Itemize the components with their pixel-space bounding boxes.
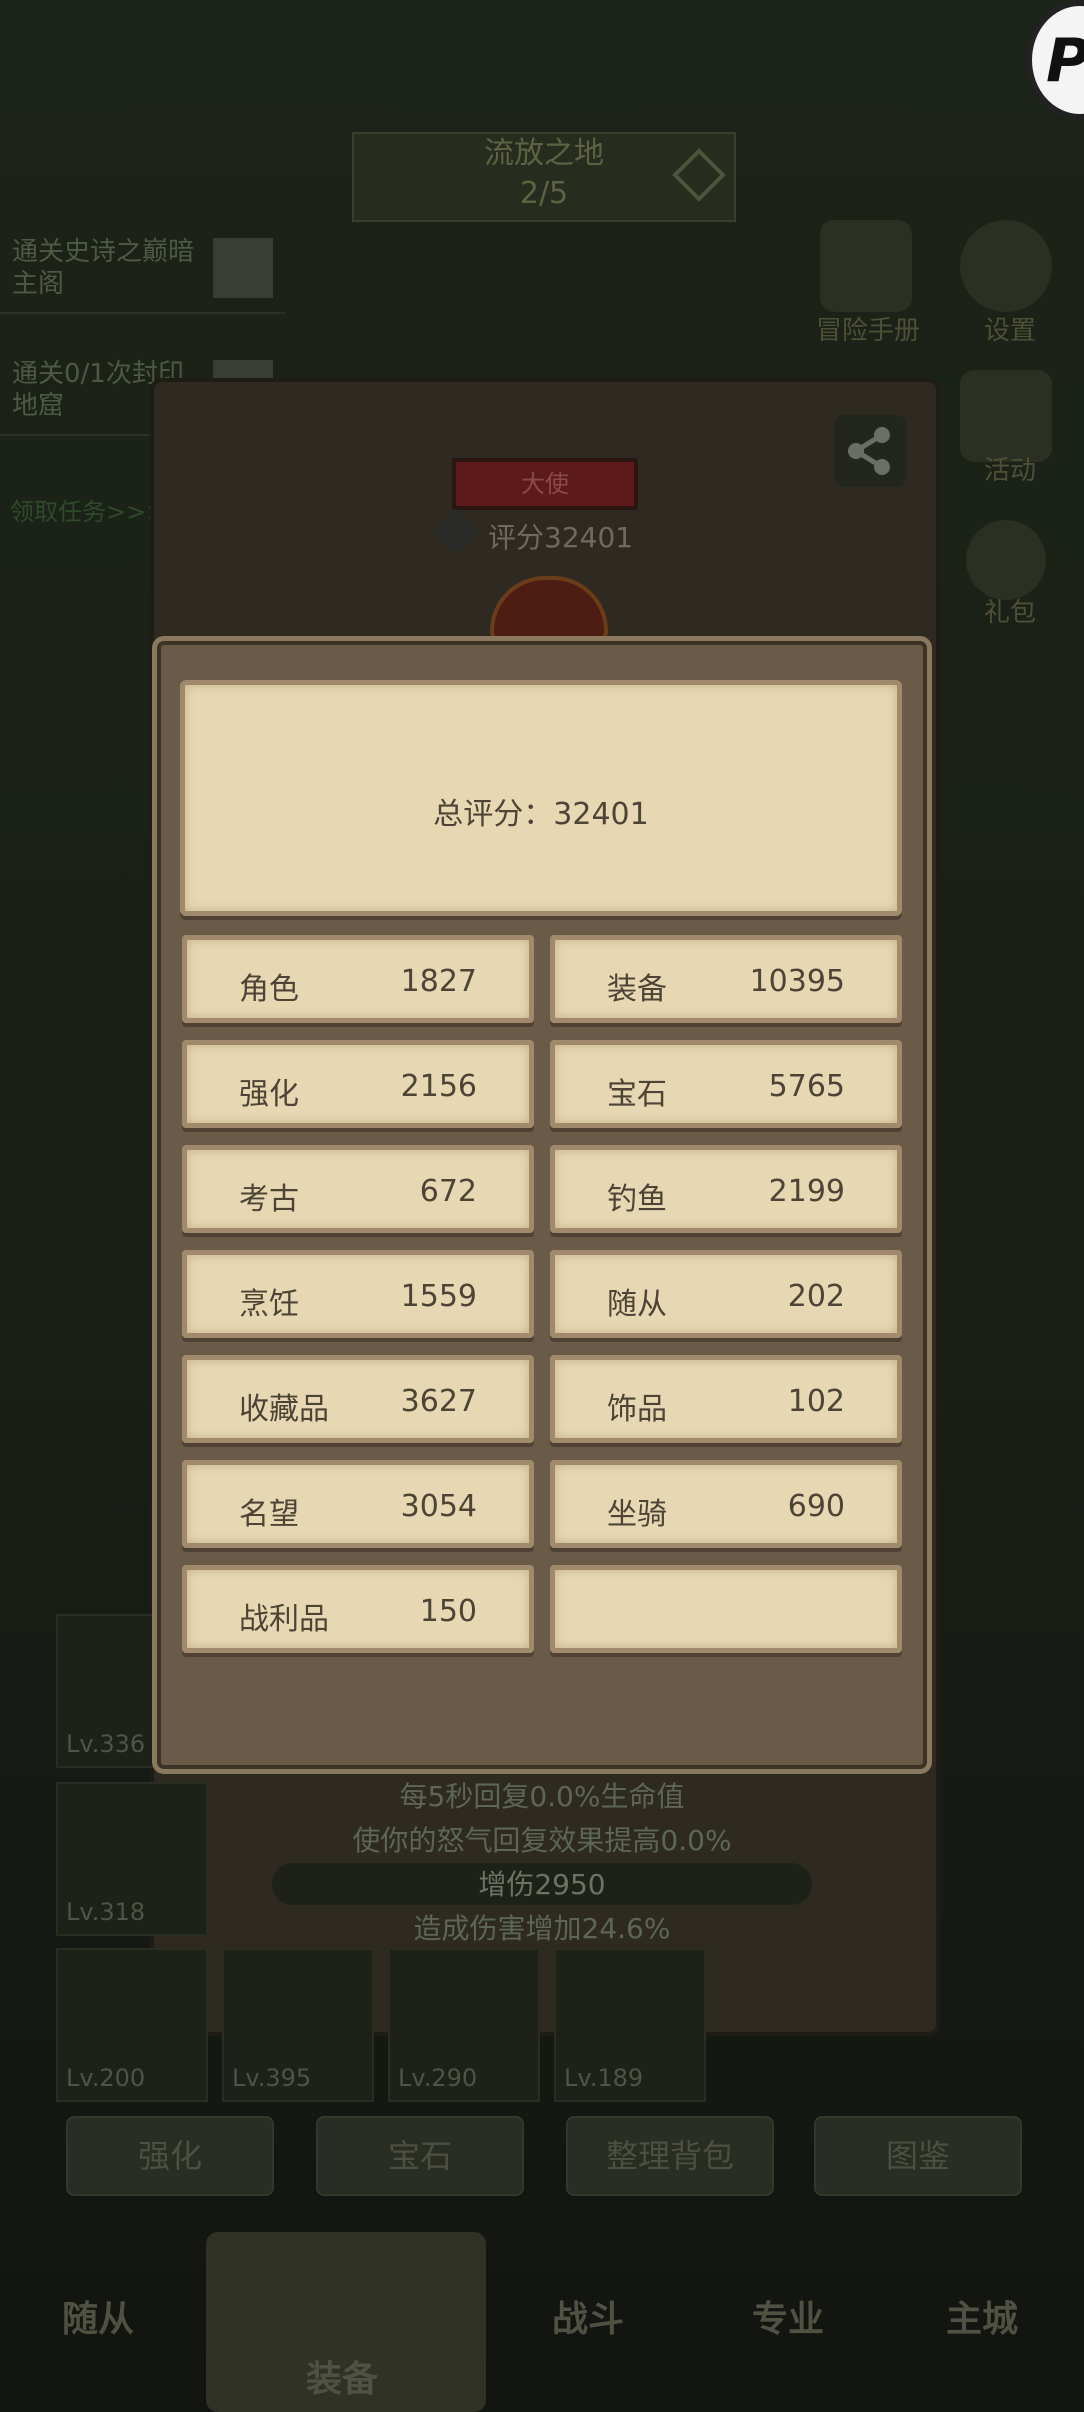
gift-pack-label: 礼包 bbox=[983, 598, 1036, 628]
score-cell-label: 名望 bbox=[239, 1497, 299, 1532]
score-cell: 饰品 102 bbox=[550, 1355, 902, 1443]
score-cell-value: 3627 bbox=[400, 1384, 477, 1419]
score-cell: 装备 10395 bbox=[550, 935, 902, 1023]
tab-profession[interactable]: 专业 bbox=[752, 2290, 824, 2342]
tab-battle[interactable]: 战斗 bbox=[552, 2290, 624, 2342]
score-cell: 坐骑 690 bbox=[550, 1460, 902, 1548]
quest-item[interactable]: 通关史诗之巅暗主阁 bbox=[0, 226, 285, 314]
score-cell: 钓鱼 2199 bbox=[550, 1145, 902, 1233]
score-cell-value: 1559 bbox=[400, 1279, 477, 1314]
score-cell-label: 宝石 bbox=[607, 1077, 667, 1112]
organize-bag-button[interactable]: 整理背包 bbox=[566, 2116, 774, 2196]
total-score-card: 总评分：32401 bbox=[180, 680, 902, 916]
quest-link[interactable]: 领取任务>>> bbox=[10, 492, 166, 527]
rank-badge: 大使 bbox=[452, 458, 638, 510]
equipment-slot[interactable]: Lv.200 bbox=[56, 1948, 208, 2102]
quest-text: 通关史诗之巅暗主阁 bbox=[12, 237, 195, 299]
score-cell-label: 钓鱼 bbox=[607, 1182, 667, 1217]
total-score-text: 总评分：32401 bbox=[433, 797, 649, 832]
equipment-slot[interactable]: Lv.318 bbox=[56, 1782, 208, 1936]
rating-row: 评分32401 bbox=[433, 508, 634, 556]
quest-reward-icon bbox=[213, 238, 273, 298]
score-cell: 名望 3054 bbox=[182, 1460, 534, 1548]
stat-line: 使你的怒气回复效果提高0.0% bbox=[352, 1824, 732, 1857]
score-cell: 考古 672 bbox=[182, 1145, 534, 1233]
gift-pack-icon[interactable] bbox=[966, 520, 1046, 600]
score-cell-label: 收藏品 bbox=[239, 1392, 329, 1427]
score-cell-label: 烹饪 bbox=[239, 1287, 299, 1322]
score-cell-value: 2199 bbox=[768, 1174, 845, 1209]
equipment-slot[interactable]: Lv.395 bbox=[222, 1948, 374, 2102]
share-icon[interactable] bbox=[834, 415, 906, 487]
score-cell: 随从 202 bbox=[550, 1250, 902, 1338]
score-cell bbox=[550, 1565, 902, 1653]
question-icon[interactable] bbox=[433, 508, 479, 554]
score-cell: 宝石 5765 bbox=[550, 1040, 902, 1128]
activity-icon[interactable] bbox=[960, 370, 1052, 462]
damage-bonus-bar: 增伤2950 bbox=[272, 1863, 812, 1905]
rating-text: 评分32401 bbox=[488, 521, 634, 554]
score-cell-value: 2156 bbox=[400, 1069, 477, 1104]
score-cell-value: 672 bbox=[419, 1174, 477, 1209]
score-cell-value: 1827 bbox=[400, 964, 477, 999]
score-cell: 角色 1827 bbox=[182, 935, 534, 1023]
tab-equipment[interactable]: 装备 bbox=[306, 2350, 378, 2402]
score-cell-label: 战利品 bbox=[239, 1602, 329, 1637]
score-cell-label: 随从 bbox=[607, 1287, 667, 1322]
score-cell-label: 强化 bbox=[239, 1077, 299, 1112]
score-cell-label: 考古 bbox=[239, 1182, 299, 1217]
score-cell-label: 装备 bbox=[607, 972, 667, 1007]
score-cell-value: 5765 bbox=[768, 1069, 845, 1104]
level-name: 流放之地 bbox=[484, 136, 604, 171]
score-cell: 烹饪 1559 bbox=[182, 1250, 534, 1338]
handbook-label: 冒险手册 bbox=[815, 316, 920, 346]
enhance-button[interactable]: 强化 bbox=[66, 2116, 274, 2196]
tab-followers[interactable]: 随从 bbox=[62, 2290, 134, 2342]
adventure-handbook-icon[interactable] bbox=[820, 220, 912, 312]
score-cell-label: 角色 bbox=[239, 972, 299, 1007]
stat-lines: 每5秒回复0.0%生命值 使你的怒气回复效果提高0.0% 增伤2950 造成伤害… bbox=[152, 1775, 932, 1951]
tab-main-city[interactable]: 主城 bbox=[946, 2290, 1018, 2342]
settings-label: 设置 bbox=[983, 316, 1036, 346]
score-cell-label: 饰品 bbox=[607, 1392, 667, 1427]
score-cell-value: 150 bbox=[419, 1594, 477, 1629]
gem-button[interactable]: 宝石 bbox=[316, 2116, 524, 2196]
equipment-slot[interactable]: Lv.290 bbox=[388, 1948, 540, 2102]
score-cell: 强化 2156 bbox=[182, 1040, 534, 1128]
score-cell-value: 102 bbox=[787, 1384, 845, 1419]
score-cell-value: 10395 bbox=[749, 964, 845, 999]
stat-line: 造成伤害增加24.6% bbox=[413, 1912, 671, 1945]
score-cell-label: 坐骑 bbox=[607, 1497, 667, 1532]
score-cell-value: 690 bbox=[787, 1489, 845, 1524]
level-banner: 流放之地 2/5 bbox=[352, 132, 736, 222]
activity-label: 活动 bbox=[983, 456, 1036, 486]
score-cell: 收藏品 3627 bbox=[182, 1355, 534, 1443]
codex-button[interactable]: 图鉴 bbox=[814, 2116, 1022, 2196]
settings-gear-icon[interactable] bbox=[960, 220, 1052, 312]
score-cell: 战利品 150 bbox=[182, 1565, 534, 1653]
equipment-slot[interactable]: Lv.189 bbox=[554, 1948, 706, 2102]
score-cell-value: 3054 bbox=[400, 1489, 477, 1524]
score-cell-value: 202 bbox=[787, 1279, 845, 1314]
stat-line: 每5秒回复0.0%生命值 bbox=[399, 1780, 685, 1813]
